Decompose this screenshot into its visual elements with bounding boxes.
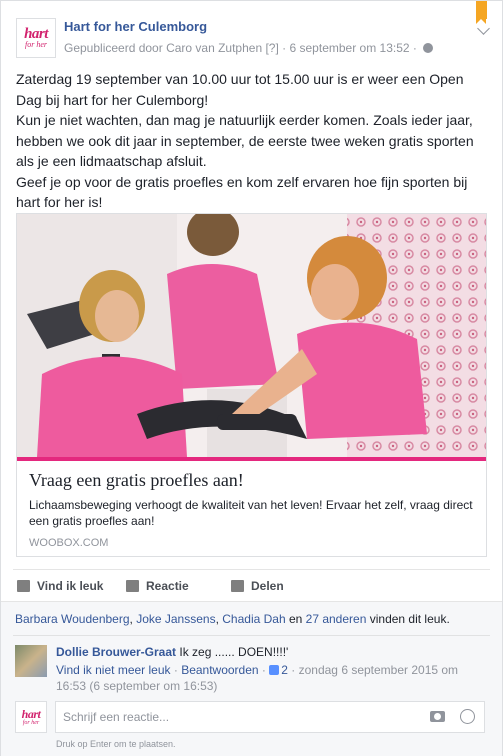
post-actions: Vind ik leuk Reactie Delen (13, 569, 490, 601)
likes-suffix: vinden dit leuk. (366, 612, 450, 626)
comment-input-box[interactable] (55, 701, 485, 733)
share-arrow-icon (231, 580, 244, 592)
comment-input[interactable] (56, 702, 416, 732)
comment-meta: Vind ik niet meer leuk · Beantwoorden · … (56, 662, 476, 694)
post-date[interactable]: 6 september om 13:52 (290, 41, 410, 55)
liker-link[interactable]: Chadia Dah (222, 612, 285, 626)
globe-icon (423, 43, 434, 53)
liker-link[interactable]: Barbara Woudenberg (15, 612, 130, 626)
accent-bar (17, 457, 486, 461)
divider (13, 635, 490, 636)
liker-link[interactable]: Joke Janssens (136, 612, 215, 626)
like-label: Vind ik leuk (37, 579, 104, 593)
meta-separator-2: · (412, 41, 417, 55)
reply-link[interactable]: Beantwoorden (181, 663, 258, 677)
post-paragraph: Zaterdag 19 september van 10.00 uur tot … (16, 71, 464, 108)
meta-separator: · (282, 41, 287, 55)
emoji-icon[interactable] (460, 709, 475, 724)
comment-author-link[interactable]: Dollie Brouwer-Graat (56, 645, 176, 659)
share-label: Delen (251, 579, 284, 593)
meta-dot: · (258, 663, 270, 677)
post-card: hart for her Hart for her Culemborg Gepu… (0, 0, 503, 756)
logo-main-text: hart (21, 706, 41, 721)
link-title[interactable]: Vraag een gratis proefles aan! (29, 470, 244, 491)
post-text: Zaterdag 19 september van 10.00 uur tot … (16, 69, 491, 213)
reply-avatar-logo: hart for her (15, 701, 47, 733)
post-meta: Gepubliceerd door Caro van Zutphen [?] ·… (64, 41, 434, 55)
published-by[interactable]: Gepubliceerd door Caro van Zutphen (64, 41, 262, 55)
camera-icon[interactable] (430, 711, 445, 722)
help-marker[interactable]: [?] (265, 41, 278, 55)
comment-icon (126, 580, 139, 592)
comment-like-count[interactable]: 2 (281, 663, 288, 677)
meta-dot: · (170, 663, 182, 677)
logo-sub-text: for her (25, 40, 47, 49)
logo-sub-text: for her (22, 719, 40, 726)
others-link[interactable]: 27 anderen (306, 612, 367, 626)
meta-dot: · (287, 663, 299, 677)
like-count-icon (269, 665, 280, 675)
link-description[interactable]: Lichaamsbeweging verhoogt de kwaliteit v… (29, 497, 479, 529)
link-domain[interactable]: WOOBOX.COM (29, 537, 108, 549)
thumbs-up-icon (17, 580, 30, 592)
page-name-link[interactable]: Hart for her Culemborg (64, 19, 207, 34)
post-paragraph: Kun je niet wachten, dan mag je natuurli… (16, 112, 474, 169)
post-paragraph: Geef je op voor de gratis proefles en ko… (16, 173, 468, 211)
chevron-down-icon[interactable] (477, 22, 490, 35)
commenter-avatar[interactable] (15, 645, 47, 677)
post-header: hart for her Hart for her Culemborg Gepu… (16, 16, 490, 60)
gym-photo-illustration (17, 214, 486, 457)
like-button[interactable]: Vind ik leuk (17, 579, 103, 593)
page-avatar-logo[interactable]: hart for her (16, 18, 56, 58)
feedback-area: Barbara Woudenberg, Joke Janssens, Chadi… (1, 601, 502, 756)
link-preview-card[interactable]: Vraag een gratis proefles aan! Lichaamsb… (16, 213, 487, 557)
comment-text: Ik zeg ...... DOEN!!!!' (176, 645, 289, 659)
unlike-link[interactable]: Vind ik niet meer leuk (56, 663, 171, 677)
enter-hint: Druk op Enter om te plaatsen. (56, 739, 176, 749)
share-button[interactable]: Delen (231, 579, 284, 593)
likes-summary: Barbara Woudenberg, Joke Janssens, Chadi… (15, 612, 450, 626)
likes-and: en (285, 612, 306, 626)
link-preview-image[interactable] (17, 214, 486, 457)
logo-main-text: hart (24, 26, 48, 42)
comment-button[interactable]: Reactie (126, 579, 189, 593)
comment-label: Reactie (146, 579, 189, 593)
comment-body: Dollie Brouwer-Graat Ik zeg ...... DOEN!… (56, 644, 476, 660)
